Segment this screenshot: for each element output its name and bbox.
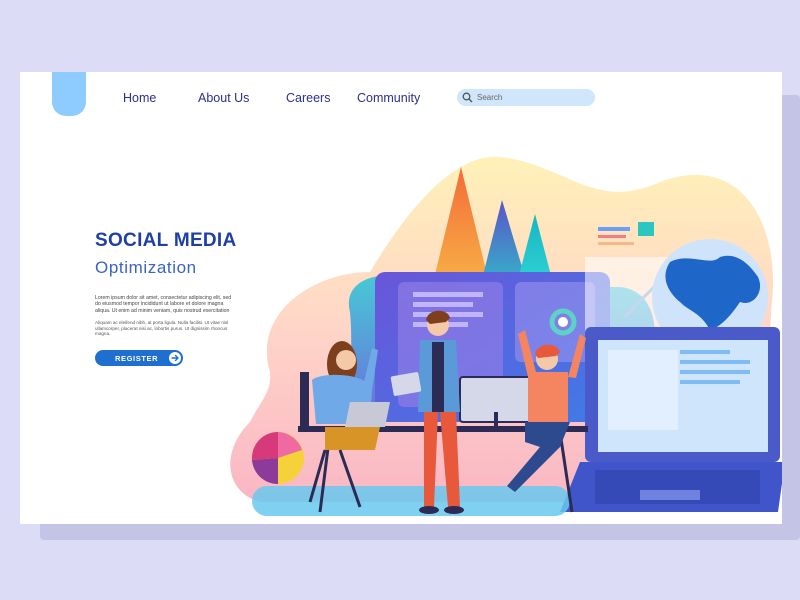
pie-chart-icon (251, 431, 304, 485)
floor-mat (252, 486, 570, 516)
hero-illustration (230, 156, 782, 516)
laptop-icon (560, 327, 782, 512)
landing-page-card: Home About Us Careers Community SOCIAL M… (20, 72, 782, 524)
